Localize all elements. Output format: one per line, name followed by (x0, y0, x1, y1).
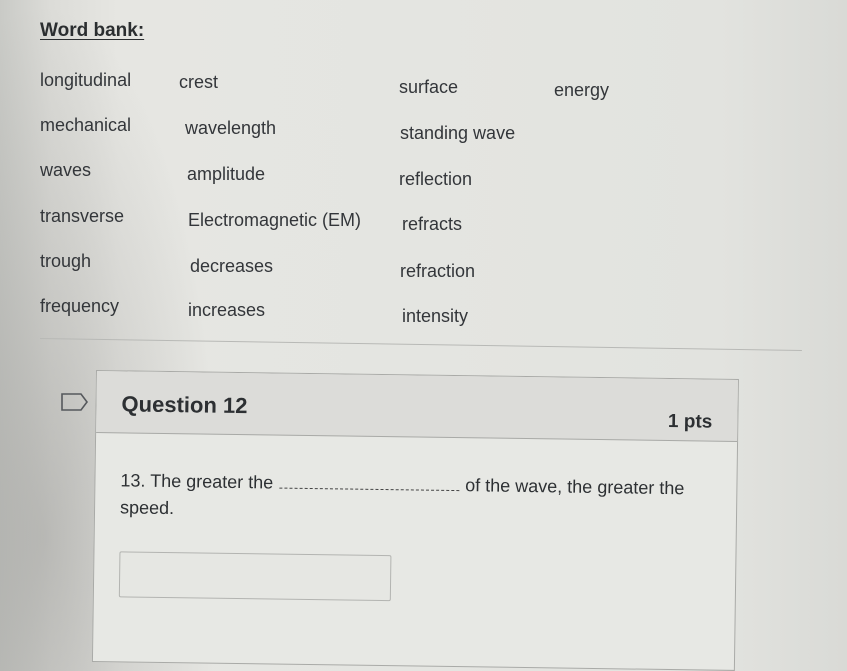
word-bank-item: reflection (399, 169, 473, 189)
question-text-before: 13. The greater the (120, 470, 274, 493)
word-bank-item: surface (399, 77, 459, 97)
question-card: Question 12 1 pts 13. The greater the of … (91, 370, 739, 671)
question-points: 1 pts (667, 410, 713, 433)
word-bank-item: wavelength (185, 118, 277, 138)
word-bank-item: refracts (402, 214, 463, 234)
question-text: 13. The greater the of the wave, the grea… (120, 467, 701, 529)
word-bank-item: amplitude (187, 164, 266, 184)
answer-input[interactable] (118, 551, 392, 602)
word-bank-item: intensity (402, 306, 469, 326)
word-bank-item: standing wave (400, 123, 516, 143)
section-divider (39, 338, 802, 351)
word-bank-item: trough (40, 251, 92, 271)
word-bank-item: increases (188, 300, 266, 320)
word-bank-item: decreases (190, 256, 274, 276)
word-bank-item: frequency (40, 296, 120, 316)
word-bank-item: mechanical (40, 115, 132, 135)
word-bank-title: Word bank: (40, 20, 145, 41)
word-bank-item: Electromagnetic (EM) (188, 210, 362, 230)
flag-question-icon[interactable] (60, 392, 90, 412)
word-bank-item: longitudinal (40, 70, 132, 90)
word-bank-item: crest (179, 72, 219, 92)
question-title: Question 12 (121, 391, 248, 419)
word-bank-item: transverse (40, 206, 125, 226)
word-bank-item: refraction (400, 261, 476, 281)
question-header: Question 12 1 pts (96, 371, 738, 442)
fill-in-blank (279, 487, 460, 492)
word-bank-item: energy (554, 80, 610, 100)
word-bank-item: waves (40, 160, 92, 180)
